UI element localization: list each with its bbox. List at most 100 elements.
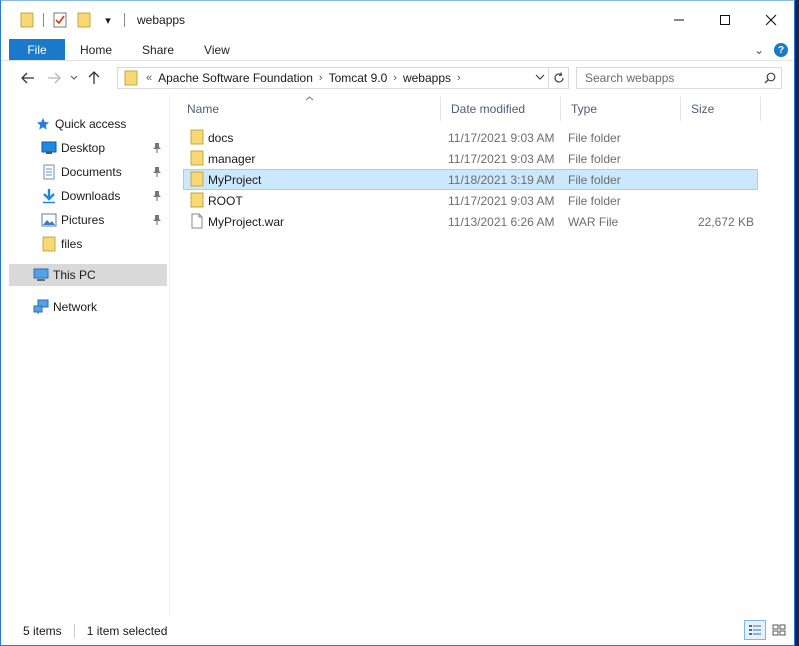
search-box[interactable] — [576, 67, 782, 89]
tab-view[interactable]: View — [189, 39, 245, 60]
file-row-myproject-war[interactable]: MyProject.war 11/13/2021 6:26 AM WAR Fil… — [183, 211, 758, 232]
nav-item-label: Pictures — [61, 213, 105, 227]
column-header-date-modified[interactable]: Date modified — [441, 97, 561, 121]
search-input[interactable] — [577, 69, 759, 87]
up-button[interactable] — [81, 66, 107, 90]
folder-icon — [41, 236, 57, 252]
minimize-button[interactable] — [656, 1, 702, 39]
nav-item-pictures[interactable]: Pictures — [9, 209, 167, 231]
maximize-button[interactable] — [702, 1, 748, 39]
downloads-icon — [41, 188, 57, 204]
ribbon-tabs: File Home Share View ⌄ ? — [1, 39, 794, 61]
pane-divider[interactable] — [169, 95, 170, 617]
file-name: MyProject.war — [208, 214, 285, 229]
folder-icon — [19, 12, 35, 28]
recent-locations-button[interactable] — [67, 66, 81, 90]
status-separator — [73, 624, 75, 638]
up-arrow-icon — [88, 71, 100, 84]
file-type: File folder — [568, 193, 621, 208]
column-header-type[interactable]: Type — [561, 97, 681, 121]
refresh-icon — [553, 72, 564, 83]
breadcrumb: « Apache Software Foundation › Tomcat 9.… — [118, 70, 532, 86]
file-row-manager[interactable]: manager 11/17/2021 9:03 AM File folder — [183, 148, 758, 169]
breadcrumb-webapps[interactable]: webapps — [399, 71, 455, 85]
customize-qat-icon[interactable]: ▾ — [100, 12, 116, 28]
nav-item-quick-access[interactable]: Quick access — [9, 113, 167, 135]
breadcrumb-separator[interactable]: › — [455, 72, 463, 84]
nav-item-files[interactable]: files — [9, 233, 167, 255]
view-toggle — [744, 620, 790, 640]
breadcrumb-overflow[interactable]: « — [144, 72, 154, 84]
nav-item-label: This PC — [53, 268, 96, 282]
details-view-button[interactable] — [744, 620, 766, 640]
nav-item-label: Quick access — [55, 117, 127, 131]
folder-icon — [189, 150, 205, 166]
file-name: MyProject — [208, 172, 262, 187]
search-icon[interactable] — [759, 72, 781, 84]
close-icon — [765, 14, 777, 26]
back-arrow-icon — [21, 72, 34, 84]
folder-icon — [124, 70, 138, 86]
file-name: ROOT — [208, 193, 243, 208]
toolbar-separator — [43, 13, 44, 27]
item-count: 5 items — [23, 624, 62, 638]
column-header-size[interactable]: Size — [681, 97, 761, 121]
title-bar: ▾ webapps — [1, 1, 794, 39]
breadcrumb-apache[interactable]: Apache Software Foundation — [154, 71, 317, 85]
nav-item-downloads[interactable]: Downloads — [9, 185, 167, 207]
selection-count: 1 item selected — [86, 624, 168, 638]
pin-icon[interactable] — [151, 165, 163, 179]
minimize-icon — [674, 19, 684, 21]
file-type: File folder — [568, 151, 621, 166]
maximize-icon — [720, 15, 730, 25]
folder-icon — [189, 129, 205, 145]
ribbon-right-controls: ⌄ ? — [754, 39, 788, 61]
file-row-myproject[interactable]: MyProject 11/18/2021 3:19 AM File folder — [183, 169, 758, 190]
pin-icon[interactable] — [151, 213, 163, 227]
file-size: 22,672 KB — [697, 214, 754, 229]
tab-share[interactable]: Share — [127, 39, 189, 60]
folder-icon — [189, 192, 205, 208]
properties-icon[interactable] — [52, 12, 68, 28]
nav-item-desktop[interactable]: Desktop — [9, 137, 167, 159]
breadcrumb-tomcat[interactable]: Tomcat 9.0 — [325, 71, 392, 85]
file-row-docs[interactable]: docs 11/17/2021 9:03 AM File folder — [183, 127, 758, 148]
computer-icon — [33, 267, 49, 283]
large-icons-view-button[interactable] — [768, 620, 790, 640]
column-header-name[interactable]: Name — [177, 97, 441, 121]
forward-button[interactable] — [41, 66, 67, 90]
breadcrumb-separator[interactable]: › — [391, 72, 399, 84]
close-button[interactable] — [748, 1, 794, 39]
expand-ribbon-icon[interactable]: ⌄ — [754, 43, 764, 57]
file-row-root[interactable]: ROOT 11/17/2021 9:03 AM File folder — [183, 190, 758, 211]
breadcrumb-separator[interactable]: › — [317, 72, 325, 84]
nav-item-label: Downloads — [61, 189, 121, 203]
nav-item-this-pc[interactable]: This PC — [9, 264, 167, 286]
nav-item-label: files — [61, 237, 83, 251]
refresh-button[interactable] — [548, 68, 568, 88]
tab-home[interactable]: Home — [65, 39, 127, 60]
window-controls — [656, 1, 794, 39]
chevron-down-icon — [70, 75, 78, 80]
address-bar[interactable]: « Apache Software Foundation › Tomcat 9.… — [117, 67, 569, 89]
toolbar-separator — [124, 13, 125, 27]
network-icon — [33, 299, 49, 315]
chevron-down-icon — [535, 74, 545, 80]
desktop-edge — [795, 0, 799, 646]
window-title: webapps — [137, 13, 186, 27]
file-date-modified: 11/13/2021 6:26 AM — [448, 214, 555, 229]
address-dropdown-button[interactable] — [532, 73, 548, 84]
new-folder-icon[interactable] — [76, 12, 92, 28]
nav-item-label: Documents — [61, 165, 122, 179]
pin-icon[interactable] — [151, 141, 163, 155]
pin-icon[interactable] — [151, 189, 163, 203]
navigation-pane: Quick access Desktop Documents Downloads… — [9, 109, 167, 619]
file-type: File folder — [568, 130, 621, 145]
nav-item-documents[interactable]: Documents — [9, 161, 167, 183]
tab-file[interactable]: File — [9, 39, 65, 60]
help-icon[interactable]: ? — [774, 43, 788, 57]
nav-item-network[interactable]: Network — [9, 296, 167, 318]
file-date-modified: 11/17/2021 9:03 AM — [448, 151, 555, 166]
back-button[interactable] — [15, 66, 41, 90]
file-type: WAR File — [568, 214, 619, 229]
